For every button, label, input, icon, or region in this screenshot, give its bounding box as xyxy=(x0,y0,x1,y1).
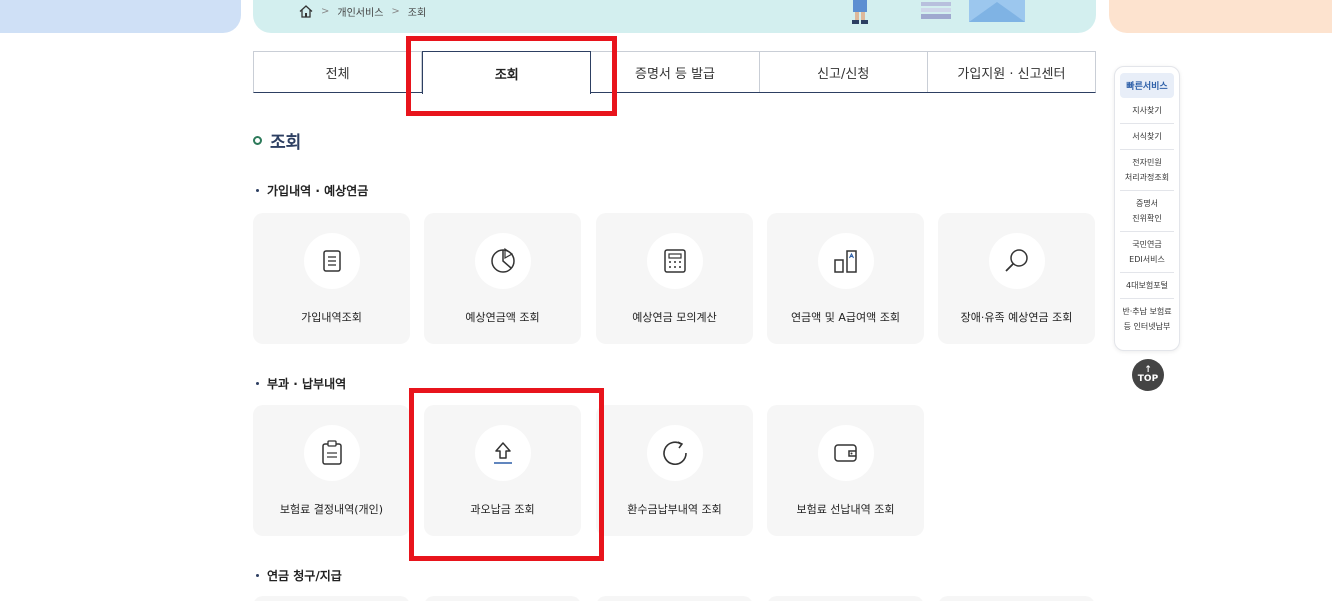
card-refund-payment[interactable]: 환수금납부내역 조회 xyxy=(596,405,753,536)
refresh-icon xyxy=(662,441,687,465)
section-title-claims: 연금 청구/지급 xyxy=(256,567,342,584)
category-tabs: 전체 조회 증명서 등 발급 신고/신청 가입지원 · 신고센터 xyxy=(253,51,1096,94)
card-partial[interactable] xyxy=(253,596,410,601)
breadcrumb-item-current: 조회 xyxy=(407,8,427,19)
card-pension-simulation[interactable]: 예상연금 모의계산 xyxy=(596,213,753,344)
banner-center: > 개인서비스 > 조회 xyxy=(253,0,1096,33)
magnifier-icon xyxy=(1004,249,1028,272)
quick-item-text: 진위확인 xyxy=(1132,214,1162,223)
icon-circle xyxy=(303,425,360,481)
quick-item-text: 등 인터넷납부 xyxy=(1123,322,1171,331)
quick-item-text: 서식찾기 xyxy=(1132,132,1162,141)
quick-item-text: 전자민원 xyxy=(1132,158,1162,167)
section-title-text: 부과 · 납부내역 xyxy=(267,377,347,391)
card-partial[interactable] xyxy=(424,596,581,601)
tab-all[interactable]: 전체 xyxy=(254,52,423,92)
bullet-icon xyxy=(256,382,259,385)
quick-item-text: 국민연금 xyxy=(1132,240,1162,249)
wallet-icon xyxy=(833,444,857,462)
card-partial[interactable] xyxy=(767,596,924,601)
bar-compare-icon xyxy=(833,250,857,273)
card-label: 과오납금 조회 xyxy=(470,503,535,516)
home-icon[interactable] xyxy=(299,5,313,18)
card-label: 예상연금 모의계산 xyxy=(632,311,717,324)
card-label: 가입내역조회 xyxy=(301,311,362,324)
icon-circle xyxy=(988,233,1045,289)
section-title-text: 연금 청구/지급 xyxy=(267,569,342,583)
quick-item-text: 반·추납 보험료 xyxy=(1122,307,1172,316)
quick-item-cert-verify[interactable]: 증명서진위확인 xyxy=(1120,191,1174,232)
card-disability-survivor[interactable]: 장애·유족 예상연금 조회 xyxy=(938,213,1095,344)
card-partial[interactable] xyxy=(596,596,753,601)
chevron-right-icon: > xyxy=(391,6,400,17)
banner-right xyxy=(1109,0,1332,33)
banner-left xyxy=(0,0,241,33)
bullet-icon xyxy=(256,574,259,577)
card-expected-pension[interactable]: 예상연금액 조회 xyxy=(424,213,581,344)
icon-circle xyxy=(817,233,874,289)
quick-item-forms[interactable]: 서식찾기 xyxy=(1120,124,1174,150)
clipboard-icon xyxy=(321,440,342,465)
top-button-label: TOP xyxy=(1137,374,1159,384)
tab-inquiry[interactable]: 조회 xyxy=(422,51,592,94)
quick-item-e-civil[interactable]: 전자민원처리과정조회 xyxy=(1120,150,1174,191)
icon-circle xyxy=(646,233,703,289)
breadcrumb-item-personal[interactable]: 개인서비스 xyxy=(337,4,383,19)
quick-item-text: 증명서 xyxy=(1135,199,1159,208)
card-premium-decision[interactable]: 보험료 결정내역(개인) xyxy=(253,405,410,536)
quick-item-edi[interactable]: 국민연금 EDI서비스 xyxy=(1120,232,1174,273)
document-icon xyxy=(322,250,341,272)
card-overpayment-inquiry[interactable]: 과오납금 조회 xyxy=(424,405,581,536)
section-title-enrollment: 가입내역 · 예상연금 xyxy=(256,182,368,199)
tab-certificates[interactable]: 증명서 등 발급 xyxy=(591,52,760,92)
card-label: 연금액 및 A급여액 조회 xyxy=(790,311,901,324)
person-illustration xyxy=(852,0,868,24)
icon-circle xyxy=(817,425,874,481)
quick-menu-title: 빠른서비스 xyxy=(1120,73,1174,98)
section-title-billing: 부과 · 납부내역 xyxy=(256,375,346,392)
card-pension-a-benefit[interactable]: 연금액 및 A급여액 조회 xyxy=(767,213,924,344)
card-label: 장애·유족 예상연금 조회 xyxy=(960,311,1073,324)
breadcrumb: > 개인서비스 > 조회 xyxy=(299,4,426,19)
document-stack-illustration xyxy=(921,2,951,19)
quick-item-internet-payment[interactable]: 반·추납 보험료등 인터넷납부 xyxy=(1120,299,1174,339)
page-title: 조회 xyxy=(253,128,301,153)
title-bullet-icon xyxy=(253,136,262,145)
bullet-icon xyxy=(256,189,259,192)
section-title-text: 가입내역 · 예상연금 xyxy=(267,184,369,198)
icon-circle xyxy=(646,425,703,481)
quick-item-text: EDI서비스 xyxy=(1129,255,1165,264)
quick-item-text: 지사찾기 xyxy=(1132,106,1162,115)
tab-report-apply[interactable]: 신고/신청 xyxy=(759,52,928,92)
card-label: 환수금납부내역 조회 xyxy=(627,503,722,516)
quick-item-insurance-portal[interactable]: 4대보험포털 xyxy=(1120,273,1174,299)
card-label: 예상연금액 조회 xyxy=(465,311,540,324)
page: > 개인서비스 > 조회 전체 조회 증명서 등 발급 신고/신청 가입지원 ·… xyxy=(0,0,1332,601)
page-title-text: 조회 xyxy=(270,133,302,153)
upload-arrow-icon xyxy=(493,442,512,464)
quick-service-menu: 빠른서비스 지사찾기 서식찾기 전자민원처리과정조회 증명서진위확인 국민연금 E… xyxy=(1114,66,1180,351)
card-partial[interactable] xyxy=(938,596,1095,601)
calculator-icon xyxy=(663,249,686,273)
quick-item-branch[interactable]: 지사찾기 xyxy=(1120,98,1174,124)
scroll-top-button[interactable]: ↑ TOP xyxy=(1132,359,1164,391)
icon-circle xyxy=(303,233,360,289)
envelope-illustration xyxy=(969,0,1025,22)
card-enrollment-history[interactable]: 가입내역조회 xyxy=(253,213,410,344)
pie-chart-icon xyxy=(490,247,515,273)
chevron-right-icon: > xyxy=(321,6,330,17)
tab-support-center[interactable]: 가입지원 · 신고센터 xyxy=(927,52,1096,92)
card-label: 보험료 결정내역(개인) xyxy=(279,503,384,516)
card-label: 보험료 선납내역 조회 xyxy=(796,503,895,516)
quick-item-text: 4대보험포털 xyxy=(1126,281,1168,290)
icon-circle xyxy=(474,425,531,481)
quick-item-text: 처리과정조회 xyxy=(1124,173,1170,182)
card-prepayment[interactable]: 보험료 선납내역 조회 xyxy=(767,405,924,536)
icon-circle xyxy=(474,233,531,289)
